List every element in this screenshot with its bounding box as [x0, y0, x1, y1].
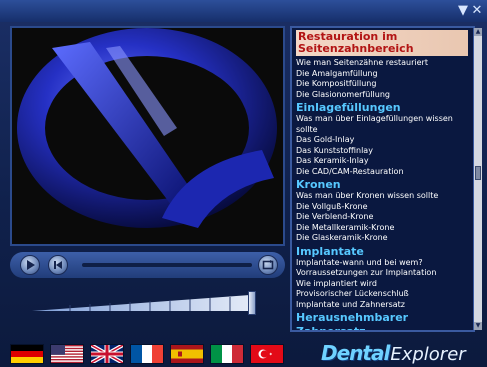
topic-section-heading: Zahnersatz — [296, 325, 366, 332]
topic-list-item[interactable]: Das Gold-Inlay — [296, 135, 468, 146]
scroll-thumb[interactable] — [475, 166, 481, 180]
topic-list-item[interactable]: Die CAD/CAM-Restauration — [296, 167, 468, 178]
flag-france[interactable] — [130, 344, 164, 364]
rewind-button[interactable] — [48, 255, 68, 275]
topic-list-item[interactable]: Wie implantiert wird — [296, 279, 468, 290]
progress-track[interactable] — [82, 263, 252, 267]
topic-list-content: Restauration im Seitenzahnbereich Wie man… — [296, 30, 468, 332]
flag-turkey[interactable] — [250, 344, 284, 364]
topic-list-item[interactable]: Die Vollguß-Krone — [296, 202, 468, 213]
flag-spain[interactable] — [170, 344, 204, 364]
topic-section-heading: Implantate — [296, 244, 364, 258]
play-icon — [27, 260, 35, 270]
topic-section-heading: Herausnehmbarer — [296, 311, 409, 324]
topic-list-item[interactable]: Die Glaskeramik-Krone — [296, 233, 468, 244]
scrollbar[interactable]: ▲ ▼ — [474, 28, 482, 330]
topic-list-item[interactable]: Die Kompositfüllung — [296, 79, 468, 90]
flag-uk[interactable] — [90, 344, 124, 364]
close-icon[interactable]: ✕ — [470, 4, 484, 18]
minimize-icon[interactable]: ▼ — [456, 4, 470, 18]
topic-list-item[interactable]: Die Amalgamfüllung — [296, 69, 468, 80]
topic-list-item[interactable]: Die Glasionomerfüllung — [296, 90, 468, 101]
topic-list-item[interactable]: Die Verblend-Krone — [296, 212, 468, 223]
logo-part-explorer: Explorer — [390, 344, 466, 365]
flag-germany[interactable] — [10, 344, 44, 364]
topic-section-heading: Einlagefüllungen — [296, 101, 401, 114]
logo-part-dental: Dental — [321, 341, 390, 365]
volume-slider[interactable] — [30, 287, 260, 315]
topic-list-item[interactable]: Was man über Kronen wissen sollte — [296, 191, 468, 202]
topic-list: Restauration im Seitenzahnbereich Wie man… — [290, 26, 475, 332]
scroll-down-icon[interactable]: ▼ — [474, 322, 482, 330]
topic-list-item[interactable]: Vorraussetzungen zur Implantation — [296, 268, 468, 279]
topic-list-item[interactable]: Das Kunststoffinlay — [296, 146, 468, 157]
flag-italy[interactable] — [210, 344, 244, 364]
video-display — [10, 26, 285, 246]
topic-list-item[interactable]: Implantate-wann und bei wem? — [296, 258, 468, 269]
topic-list-item[interactable]: Was man über Einlagefüllungen wissen — [296, 114, 468, 125]
selected-topic-title[interactable]: Restauration im Seitenzahnbereich — [296, 30, 468, 56]
flag-usa[interactable] — [50, 344, 84, 364]
topic-list-item[interactable]: Wie man Seitenzähne restauriert — [296, 58, 468, 69]
language-flags — [10, 344, 286, 364]
loop-icon — [262, 260, 274, 270]
topic-list-item[interactable]: sollte — [296, 125, 468, 136]
topic-list-item[interactable]: Implantate und Zahnersatz — [296, 300, 468, 311]
topic-list-item[interactable]: Das Keramik-Inlay — [296, 156, 468, 167]
logo-animation-frame — [17, 28, 277, 228]
dental-explorer-logo: DentalExplorer — [321, 341, 481, 367]
topic-section-heading: Kronen — [296, 178, 341, 191]
volume-ramp — [32, 295, 250, 311]
topic-list-item[interactable]: Die Metallkeramik-Krone — [296, 223, 468, 234]
rewind-icon — [54, 261, 62, 269]
topic-list-item[interactable]: Provisorischer Lückenschluß — [296, 289, 468, 300]
play-button[interactable] — [20, 255, 40, 275]
loop-button[interactable] — [258, 255, 278, 275]
scroll-up-icon[interactable]: ▲ — [474, 28, 482, 36]
playback-controls — [10, 252, 285, 278]
title-bar: ▼ ✕ — [0, 0, 487, 22]
volume-handle[interactable] — [248, 291, 256, 315]
